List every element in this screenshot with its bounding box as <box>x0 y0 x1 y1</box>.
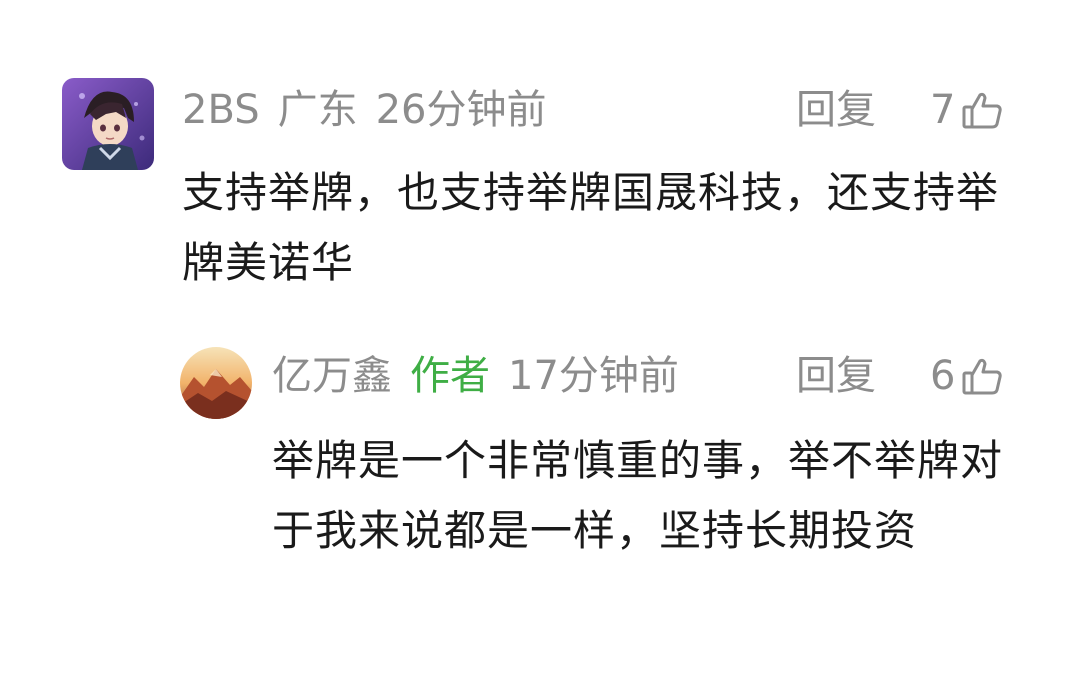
username[interactable]: 2BS <box>182 80 260 140</box>
like-count: 7 <box>930 87 956 133</box>
timestamp: 26分钟前 <box>375 87 547 133</box>
reply-button[interactable]: 回复 <box>796 346 876 406</box>
avatar[interactable] <box>62 78 154 170</box>
author-badge: 作者 <box>410 353 490 399</box>
thumbs-up-icon <box>961 89 1003 131</box>
thumbs-up-icon <box>961 355 1003 397</box>
like-count: 6 <box>930 353 956 399</box>
avatar[interactable] <box>180 347 252 419</box>
timestamp: 17分钟前 <box>508 353 679 399</box>
like-button[interactable]: 6 <box>930 346 1003 406</box>
comment-meta: 2BS 广东 26分钟前 <box>182 80 546 140</box>
comment-item: 2BS 广东 26分钟前 回复 7 支持举牌，也支持举牌国晟科技，还支持举牌美诺… <box>0 0 1080 330</box>
reply-button[interactable]: 回复 <box>796 80 876 140</box>
comment-text: 支持举牌，也支持举牌国晟科技，还支持举牌美诺华 <box>182 168 1000 287</box>
reply-text: 举牌是一个非常慎重的事，举不举牌对于我来说都是一样，坚持长期投资 <box>272 436 1004 555</box>
username[interactable]: 亿万鑫 <box>272 346 392 406</box>
like-button[interactable]: 7 <box>930 80 1003 140</box>
reply-meta: 亿万鑫 作者 17分钟前 <box>272 346 679 406</box>
region-label: 广东 <box>277 87 358 133</box>
reply-item: 亿万鑫 作者 17分钟前 回复 6 举牌是一个非常慎重的事，举不举牌对于我来说都… <box>0 330 1080 676</box>
